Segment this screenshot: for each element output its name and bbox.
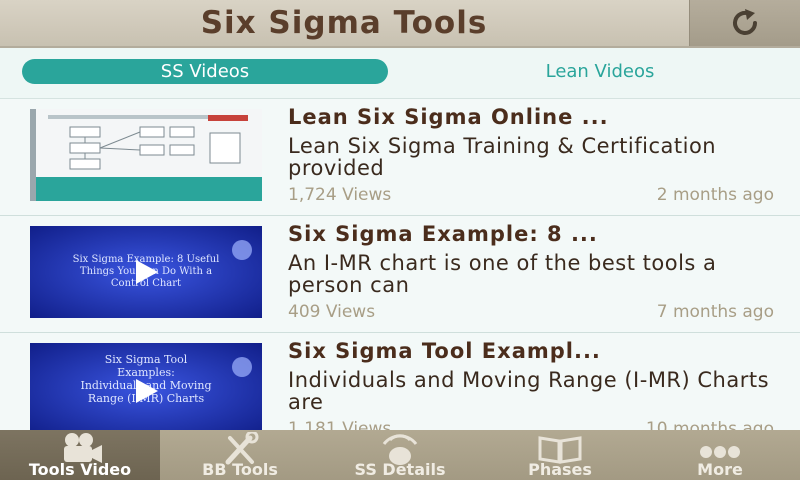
video-description: Individuals and Moving Range (I-MR) Char… — [288, 368, 770, 414]
nav-label: BB Tools — [202, 460, 278, 479]
tab-lean-videos[interactable]: Lean Videos — [420, 59, 780, 84]
video-description: Lean Six Sigma Training & Certification … — [288, 134, 717, 180]
upload-age: 7 months ago — [656, 302, 774, 322]
video-title: Six Sigma Tool Exampl... — [288, 339, 601, 363]
nav-label: Phases — [528, 460, 592, 479]
video-list: Lean Six Sigma Online ... Lean Six Sigma… — [0, 99, 800, 430]
nav-tools-video[interactable]: Tools Video — [0, 430, 160, 480]
refresh-icon — [733, 9, 757, 35]
bottom-navigation: Tools Video BB Tools SS Details Phases M… — [0, 430, 800, 480]
refresh-button[interactable] — [689, 0, 800, 46]
nav-label: Tools Video — [28, 460, 132, 479]
app-header: Six Sigma Tools — [0, 0, 800, 48]
thumbnail-caption: Six Sigma Example: 8 Useful — [73, 254, 220, 265]
upload-age: 10 months ago — [645, 419, 774, 430]
list-item[interactable]: Lean Six Sigma Online ... Lean Six Sigma… — [0, 99, 800, 216]
video-title: Lean Six Sigma Online ... — [288, 105, 609, 129]
nav-phases[interactable]: Phases — [480, 430, 640, 480]
upload-age: 2 months ago — [656, 185, 774, 205]
page-title: Six Sigma Tools — [200, 5, 488, 41]
nav-more[interactable]: More — [640, 430, 800, 480]
thumbnail-caption: Examples: — [117, 366, 175, 379]
nav-bb-tools[interactable]: BB Tools — [160, 430, 320, 480]
video-title: Six Sigma Example: 8 ... — [288, 222, 598, 246]
nav-ss-details[interactable]: SS Details — [320, 430, 480, 480]
video-thumbnail[interactable]: Six Sigma Example: 8 Useful Things You C… — [30, 226, 262, 318]
video-tabs: SS Videos Lean Videos — [0, 48, 800, 99]
thumbnail-caption: Control Chart — [111, 278, 181, 289]
video-thumbnail[interactable]: Six Sigma Tool Examples: Individuals and… — [30, 343, 262, 430]
view-count: 1,181 Views — [288, 419, 392, 430]
view-count: 1,724 Views — [288, 185, 392, 205]
thumbnail-caption: Six Sigma Tool — [105, 353, 188, 366]
nav-label: More — [697, 460, 743, 479]
video-description: An I-MR chart is one of the best tools a… — [288, 251, 717, 297]
list-item[interactable]: Six Sigma Example: 8 Useful Things You C… — [0, 216, 800, 333]
list-item[interactable]: Six Sigma Tool Examples: Individuals and… — [0, 333, 800, 430]
nav-label: SS Details — [354, 460, 446, 479]
tab-ss-videos[interactable]: SS Videos — [22, 59, 388, 84]
view-count: 409 Views — [288, 302, 376, 322]
video-thumbnail[interactable] — [30, 109, 262, 201]
